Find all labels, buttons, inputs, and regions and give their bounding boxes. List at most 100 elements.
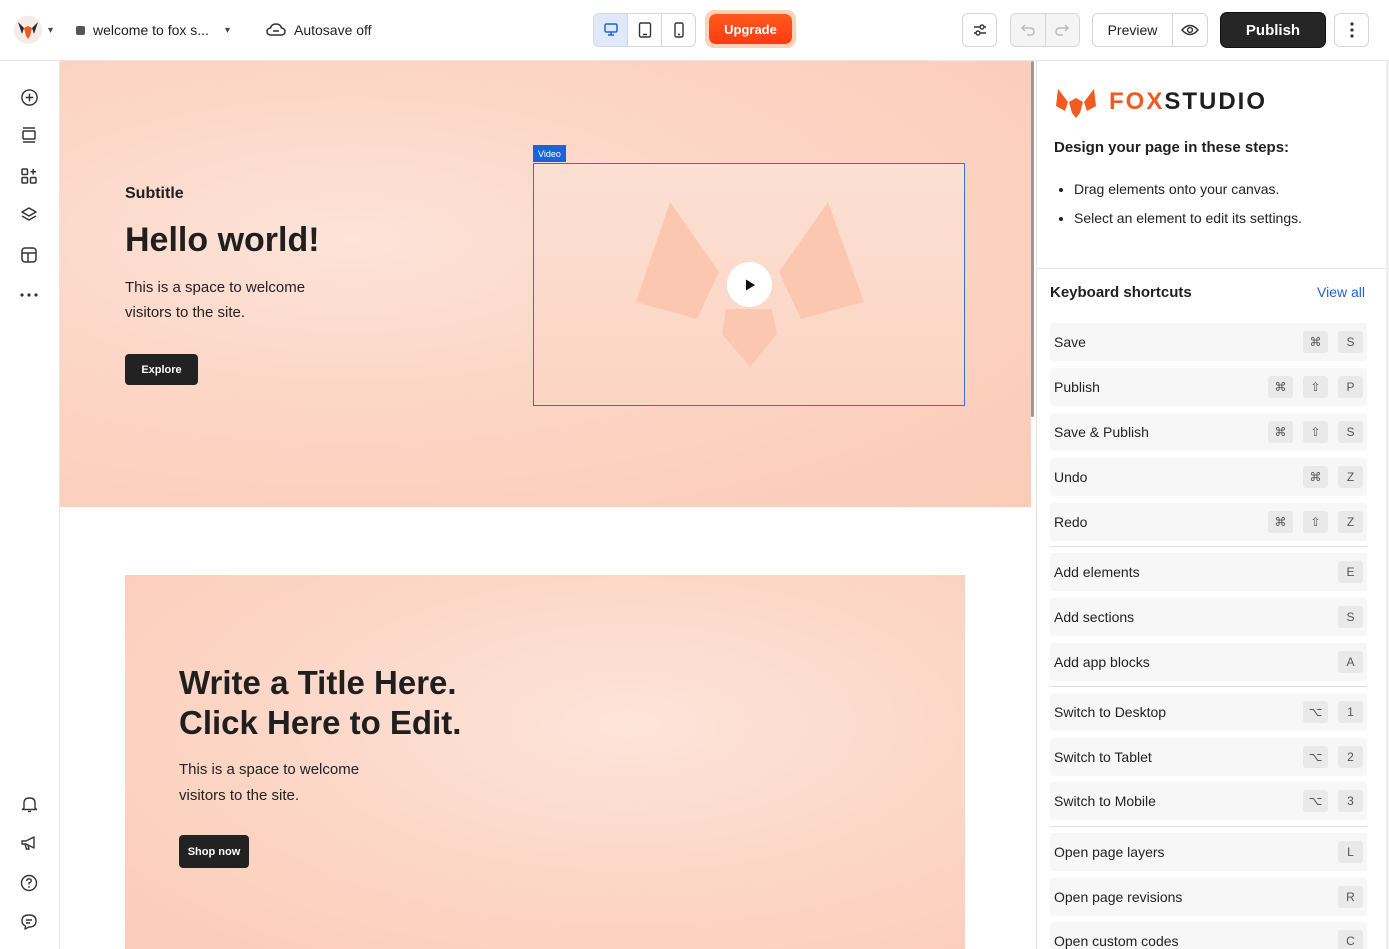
shortcut-keys: ⌥ 3 [1303,790,1363,812]
shortcut-label: Publish [1054,379,1100,395]
key-cap: Z [1338,511,1363,533]
key-cap: ⌘ [1268,421,1293,443]
add-element-button[interactable] [18,86,40,108]
shortcut-label: Add sections [1054,609,1135,625]
shortcut-row: Add elements E [1050,553,1367,591]
key-cap: ⌘ [1268,376,1293,398]
layers-icon [21,207,37,221]
upgrade-button-wrapper: Upgrade [705,10,796,48]
left-toolbar [0,61,60,949]
shortcut-keys: ⌘ Z [1303,466,1363,488]
key-cap: ⇧ [1303,511,1328,533]
shortcut-row: Save ⌘ S [1050,323,1367,361]
redo-button[interactable] [1045,14,1079,46]
shortcut-row: Switch to Tablet ⌥ 2 [1050,738,1367,776]
key-cap: C [1338,930,1363,949]
preview-button[interactable]: Preview [1093,14,1173,46]
content-section[interactable]: Write a Title Here. Click Here to Edit. … [125,575,965,949]
preview-eye-button[interactable] [1173,14,1207,46]
section-title[interactable]: Write a Title Here. Click Here to Edit. [179,663,461,743]
chat-icon [21,914,37,930]
upgrade-button[interactable]: Upgrade [709,14,792,44]
steps-title: Design your page in these steps: [1054,139,1290,156]
undo-icon [1020,24,1035,36]
fox-logo-icon [14,16,42,44]
shop-now-button[interactable]: Shop now [179,835,249,868]
key-cap: 1 [1338,701,1363,723]
tablet-view-button[interactable] [628,14,662,46]
shortcut-label: Undo [1054,469,1088,485]
shortcut-label: Switch to Mobile [1054,793,1156,809]
shortcut-row: Publish ⌘ ⇧ P [1050,368,1367,406]
feedback-button[interactable] [18,911,40,933]
canvas-scrollbar-thumb[interactable] [1031,61,1034,417]
editor-canvas[interactable]: Subtitle Hello world! This is a space to… [60,61,1031,949]
key-cap: R [1338,886,1363,908]
video-element[interactable] [533,163,965,406]
key-cap: P [1338,376,1363,398]
sliders-icon [973,24,986,36]
shortcut-row: Add app blocks A [1050,643,1367,681]
key-cap: A [1338,651,1363,673]
plus-circle-icon [20,88,38,106]
shortcut-keys: ⌘ ⇧ P [1268,376,1363,398]
key-cap: Z [1338,466,1363,488]
mobile-view-button[interactable] [662,14,695,46]
preview-group: Preview [1092,13,1208,47]
hero-title[interactable]: Hello world! [125,221,320,260]
shortcut-group-divider [1050,826,1367,827]
site-selector[interactable]: welcome to fox s... ▾ [76,15,230,45]
announcements-button[interactable] [18,832,40,854]
key-cap: ⌥ [1303,701,1328,723]
key-cap: ⇧ [1303,376,1328,398]
key-cap: S [1338,331,1363,353]
app-blocks-button[interactable] [18,165,40,187]
hero-description[interactable]: This is a space to welcome visitors to t… [125,275,345,325]
settings-button[interactable] [962,13,997,47]
hero-subtitle[interactable]: Subtitle [125,185,184,203]
shortcut-keys: R [1338,886,1363,908]
video-element-label: Video [533,145,566,162]
shortcut-keys: ⌘ S [1303,331,1363,353]
site-menu-button[interactable]: ▾ [14,15,53,45]
section-title-line2: Click Here to Edit. [179,704,462,741]
notifications-button[interactable] [18,793,40,815]
apps-grid-icon [21,168,37,184]
explore-button[interactable]: Explore [125,354,198,385]
sections-button[interactable] [18,124,40,146]
undo-button[interactable] [1011,14,1046,46]
brand-name-fox: FOX [1109,88,1165,115]
templates-button[interactable] [18,244,40,266]
layers-button[interactable] [18,204,40,226]
section-description[interactable]: This is a space to welcome visitors to t… [179,757,399,809]
shortcut-keys: L [1338,841,1363,863]
shortcut-row: Open page revisions R [1050,878,1367,916]
key-cap: 3 [1338,790,1363,812]
shortcut-row: Open page layers L [1050,833,1367,871]
shortcut-keys: ⌥ 2 [1303,746,1363,768]
horizontal-dots-icon [20,293,38,297]
key-cap: S [1338,606,1363,628]
shortcut-row: Save & Publish ⌘ ⇧ S [1050,413,1367,451]
play-button[interactable] [727,262,772,307]
key-cap: 2 [1338,746,1363,768]
desktop-view-button[interactable] [594,14,628,46]
key-cap: E [1338,561,1363,583]
vertical-dots-icon [1349,22,1354,38]
more-options-button[interactable] [1334,13,1369,47]
chevron-down-icon: ▾ [48,24,54,36]
layout-icon [21,247,37,263]
view-all-link[interactable]: View all [1317,284,1365,300]
publish-button[interactable]: Publish [1221,13,1325,47]
more-tools-button[interactable] [18,284,40,306]
brand-name: FOXSTUDIO [1109,88,1267,116]
key-cap: L [1338,841,1363,863]
shortcut-row: Redo ⌘ ⇧ Z [1050,503,1367,541]
shortcut-group-divider [1050,686,1367,687]
shortcut-keys: ⌘ ⇧ Z [1268,511,1363,533]
device-switcher [593,13,696,47]
hero-section[interactable]: Subtitle Hello world! This is a space to… [60,61,1031,507]
help-button[interactable] [18,872,40,894]
brand-name-studio: STUDIO [1164,88,1268,115]
autosave-status[interactable]: Autosave off [266,15,372,45]
